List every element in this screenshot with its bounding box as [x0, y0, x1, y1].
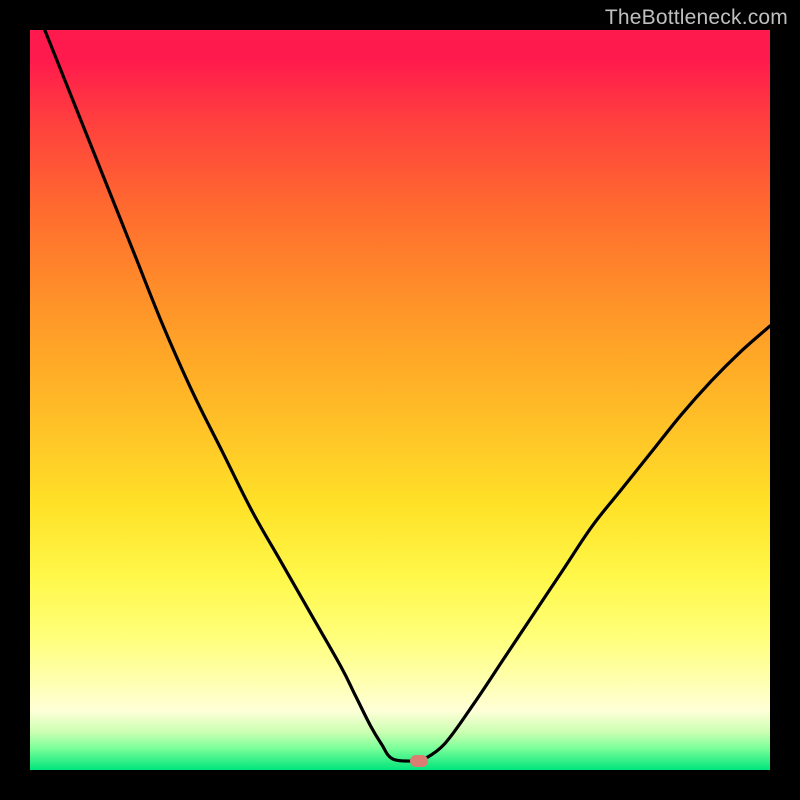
- minimum-marker: [410, 755, 428, 767]
- plot-area: [30, 30, 770, 770]
- watermark-text: TheBottleneck.com: [605, 6, 788, 30]
- chart-frame: TheBottleneck.com: [0, 0, 800, 800]
- curve-right: [422, 326, 770, 760]
- bottleneck-curve: [30, 30, 770, 770]
- curve-left: [45, 30, 415, 761]
